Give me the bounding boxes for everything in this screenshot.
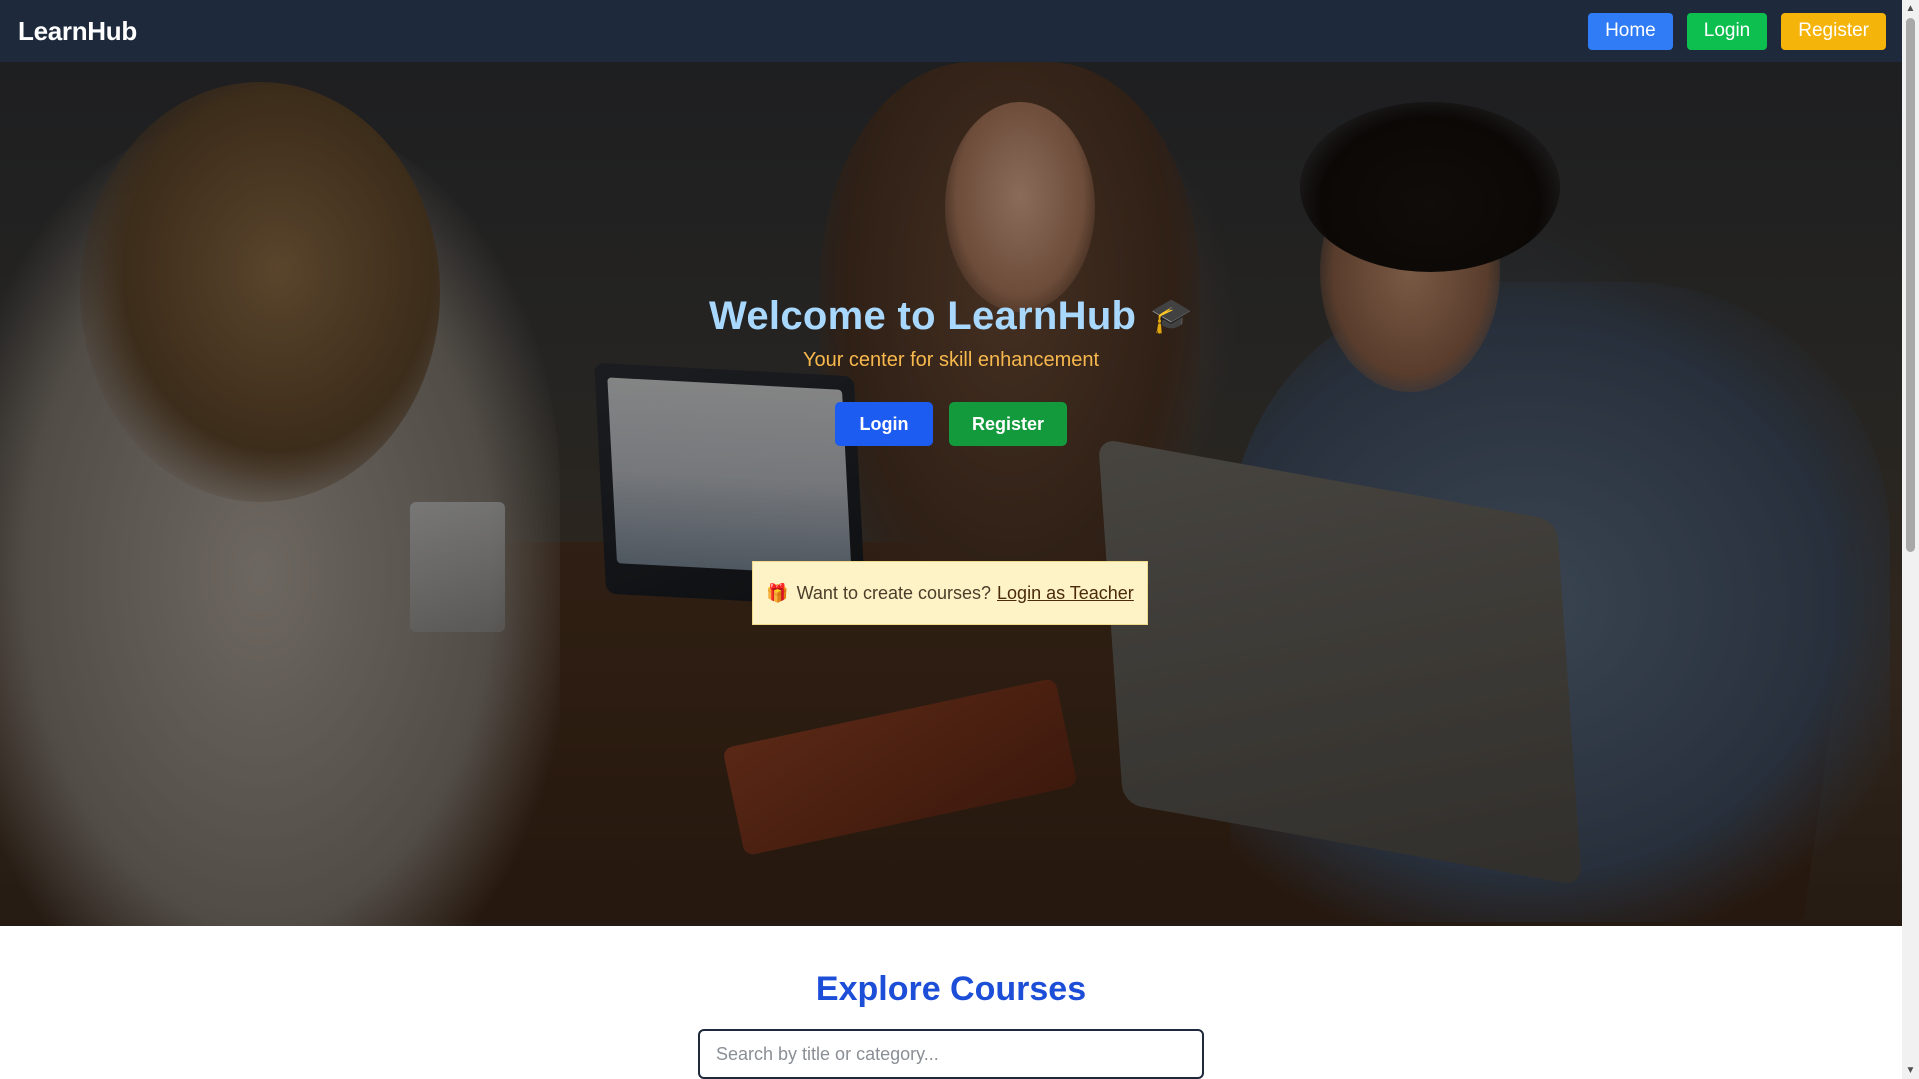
nav-buttons: Home Login Register (1588, 12, 1886, 50)
nav-register-button[interactable]: Register (1781, 12, 1886, 50)
hero-content: Welcome to LearnHub 🎓 Your center for ski… (0, 62, 1902, 926)
brand-logo[interactable]: LearnHub (18, 16, 137, 47)
hero-section: Welcome to LearnHub 🎓 Your center for ski… (0, 62, 1902, 926)
scroll-up-arrow-icon[interactable]: ▲ (1902, 0, 1919, 17)
graduation-cap-icon: 🎓 (1150, 297, 1193, 335)
scrollbar-thumb[interactable] (1906, 18, 1915, 552)
hero-register-button[interactable]: Register (949, 402, 1067, 446)
teacher-prompt-text: Want to create courses? (796, 582, 992, 603)
nav-login-button[interactable]: Login (1686, 12, 1768, 50)
hero-subtitle: Your center for skill enhancement (802, 349, 1100, 371)
hero-buttons: Login Register (0, 402, 1902, 446)
page: LearnHub Home Login Register Welcome to … (0, 0, 1902, 1079)
explore-courses-heading: Explore Courses (815, 970, 1087, 1008)
hero-title: Welcome to LearnHub 🎓 (0, 294, 1902, 339)
hero-login-button[interactable]: Login (835, 402, 933, 446)
top-navbar: LearnHub Home Login Register (0, 0, 1902, 62)
login-as-teacher-link[interactable]: Login as Teacher (997, 583, 1134, 604)
hero-title-text: Welcome to LearnHub (709, 294, 1137, 338)
course-search-input[interactable] (698, 1029, 1204, 1079)
scroll-down-arrow-icon[interactable]: ▼ (1902, 1062, 1919, 1079)
nav-home-button[interactable]: Home (1588, 12, 1673, 50)
gift-icon: 🎁 (766, 582, 789, 603)
teacher-login-prompt: 🎁 Want to create courses? Login as Teach… (752, 561, 1148, 625)
vertical-scrollbar[interactable]: ▲ ▼ (1902, 0, 1919, 1079)
